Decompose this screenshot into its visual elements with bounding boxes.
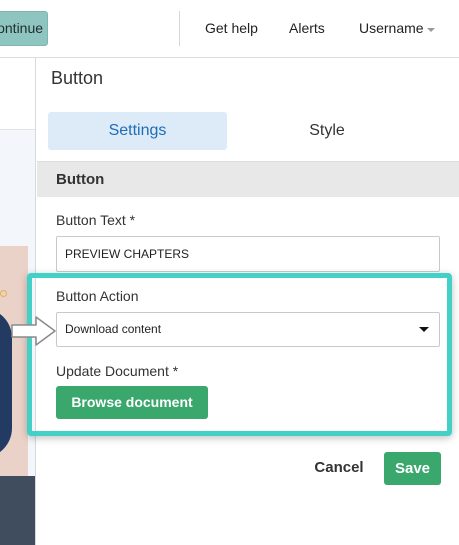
navbar-divider: [179, 11, 180, 46]
pointer-arrow-icon: [11, 316, 56, 346]
preview-footer: [0, 476, 35, 545]
page-preview: [0, 58, 35, 545]
save-button[interactable]: Save: [384, 452, 441, 485]
browse-document-button[interactable]: Browse document: [56, 386, 208, 419]
tab-style[interactable]: Style: [237, 112, 417, 150]
button-text-input[interactable]: [56, 236, 440, 272]
top-navbar: Continue Get help Alerts Username: [0, 0, 459, 58]
button-action-select[interactable]: Download content: [56, 312, 440, 347]
continue-button[interactable]: Continue: [0, 11, 48, 46]
preview-decoration: [0, 290, 7, 297]
panel-title: Button: [51, 68, 104, 88]
button-action-label: Button Action: [56, 288, 139, 304]
button-text-label: Button Text *: [56, 212, 136, 228]
cancel-button[interactable]: Cancel: [309, 452, 369, 484]
tab-settings[interactable]: Settings: [48, 112, 227, 150]
section-header: Button: [37, 161, 459, 197]
username-menu[interactable]: Username: [359, 20, 424, 36]
chevron-down-icon[interactable]: [427, 28, 435, 32]
update-document-label: Update Document *: [56, 363, 179, 379]
dropdown-arrow-icon[interactable]: [419, 327, 429, 332]
get-help-link[interactable]: Get help: [205, 20, 258, 36]
preview-header: [0, 58, 35, 130]
preview-divider: [35, 58, 36, 545]
button-action-value: Download content: [65, 322, 162, 336]
alerts-link[interactable]: Alerts: [289, 20, 325, 36]
